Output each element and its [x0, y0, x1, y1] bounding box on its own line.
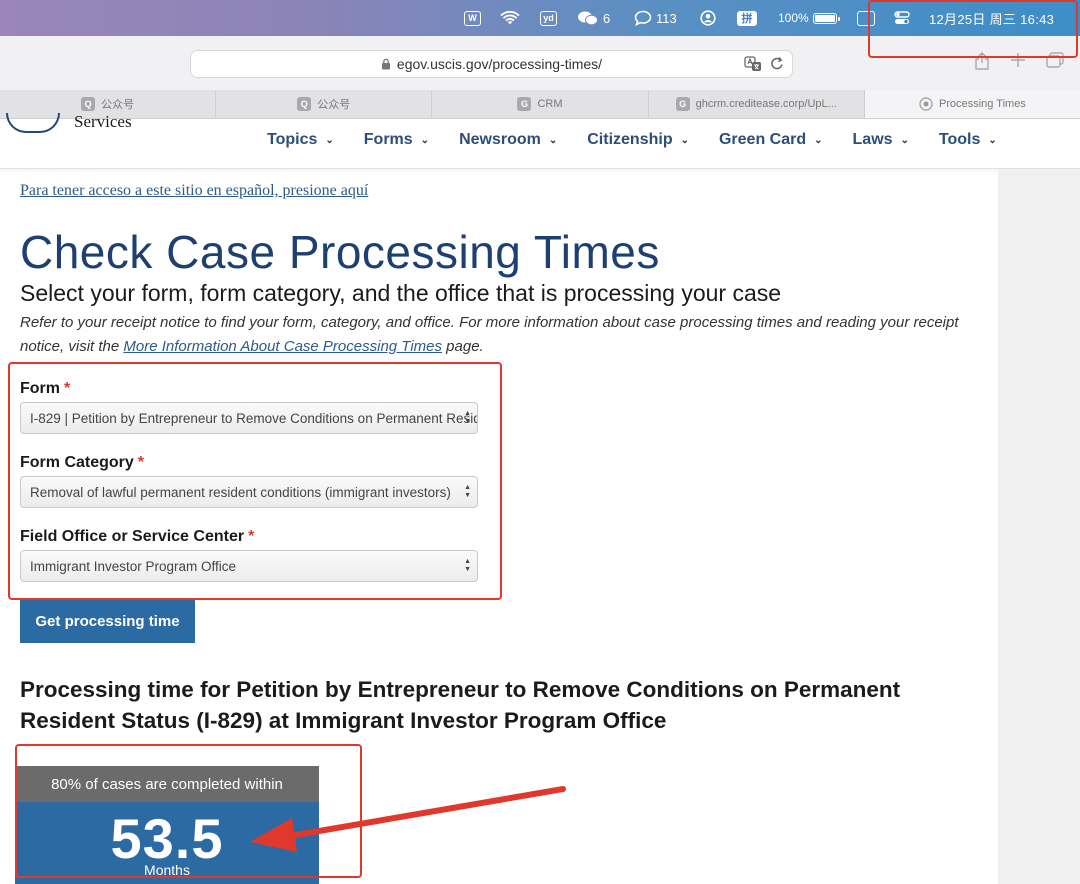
required-mark: *	[137, 454, 145, 471]
intro-text: Refer to your receipt notice to find you…	[20, 314, 959, 355]
page-subtitle: Select your form, form category, and the…	[20, 280, 782, 306]
nav-tools[interactable]: Tools ⌄	[939, 131, 997, 149]
select-arrows-icon: ▲ ▼	[464, 558, 471, 573]
form-category-label: Form Category *	[20, 454, 145, 471]
wps-icon[interactable]: W	[464, 0, 481, 36]
more-info-link[interactable]: More Information About Case Processing T…	[123, 338, 442, 355]
form-category-select[interactable]: Removal of lawful permanent resident con…	[20, 476, 478, 508]
url-text: egov.uscis.gov/processing-times/	[396, 56, 603, 72]
system-menu-bar: W yd 6 113 拼 100% 12月25日 周三 16:43	[0, 0, 1080, 36]
field-office-select[interactable]: Immigrant Investor Program Office ▲ ▼	[20, 550, 478, 582]
spanish-language-link[interactable]: Para tener acceso a este sitio en españo…	[20, 182, 368, 200]
required-mark: *	[64, 380, 71, 397]
chevron-down-icon: ⌄	[680, 134, 689, 146]
wechat-menu[interactable]: 6	[577, 0, 610, 36]
uscis-seal-icon[interactable]	[6, 113, 60, 133]
user-account-icon[interactable]	[700, 0, 716, 36]
chevron-down-icon: ⌄	[420, 134, 430, 146]
qq-favicon-icon: Q	[81, 97, 96, 111]
lock-icon	[381, 58, 390, 70]
result-title: Processing time for Petition by Entrepre…	[20, 677, 901, 733]
required-mark: *	[248, 528, 255, 545]
nav-forms[interactable]: Forms ⌄	[364, 131, 429, 149]
chevron-down-icon: ⌄	[548, 134, 558, 146]
tab-overview-icon[interactable]	[1046, 52, 1064, 75]
g-favicon-icon: G	[675, 97, 690, 111]
form-select[interactable]: I-829 | Petition by Entrepreneur to Remo…	[20, 402, 478, 434]
address-bar[interactable]: egov.uscis.gov/processing-times/	[190, 50, 793, 78]
browser-tab-active[interactable]: Processing Times	[864, 90, 1080, 118]
nav-newsroom[interactable]: Newsroom ⌄	[459, 131, 557, 149]
battery-status[interactable]: 100%	[778, 0, 840, 36]
input-method-icon[interactable]: 拼	[737, 0, 757, 36]
chat-bubble-icon	[634, 10, 652, 26]
uscis-seal-favicon-icon	[919, 97, 933, 111]
browser-tab[interactable]: Q 公众号	[216, 90, 433, 118]
result-card: 53.5 Months	[15, 802, 319, 884]
qq-favicon-icon: Q	[297, 97, 312, 111]
main-content: Para tener acceso a este sitio en españo…	[0, 169, 998, 884]
form-label: Form *	[20, 380, 71, 397]
nav-citizenship[interactable]: Citizenship ⌄	[587, 131, 689, 149]
select-arrows-icon: ▲ ▼	[464, 410, 471, 425]
chevron-down-icon: ⌄	[814, 134, 823, 146]
page-title: Check Case Processing Times	[20, 226, 660, 278]
field-office-label: Field Office or Service Center *	[20, 528, 255, 545]
browser-tab[interactable]: G CRM	[432, 90, 649, 118]
select-arrows-icon: ▲ ▼	[464, 484, 471, 499]
menubar-clock[interactable]: 12月25日 周三 16:43	[929, 0, 1054, 36]
chevron-down-icon: ⌄	[900, 134, 909, 146]
new-tab-icon[interactable]	[1010, 52, 1026, 75]
chevron-down-icon: ⌄	[988, 134, 997, 146]
result-card-header: 80% of cases are completed within	[15, 766, 319, 802]
browser-tab-bar: Q 公众号 Q 公众号 G CRM G ghcrm.creditease.cor…	[0, 90, 1080, 119]
translate-icon[interactable]	[744, 56, 762, 75]
display-icon[interactable]	[857, 0, 875, 36]
messages-menu[interactable]: 113	[634, 0, 677, 36]
site-header: Services Topics ⌄ Forms ⌄ Newsroom ⌄ Citize…	[0, 112, 1080, 169]
youdao-icon[interactable]: yd	[540, 0, 557, 36]
processing-time-unit: Months	[144, 862, 190, 878]
browser-toolbar: egov.uscis.gov/processing-times/	[0, 36, 1080, 90]
messages-count: 113	[656, 10, 677, 26]
wechat-icon	[578, 11, 598, 26]
main-nav: Topics ⌄ Forms ⌄ Newsroom ⌄ Citizenship ⌄ Gr…	[267, 131, 1027, 149]
share-icon[interactable]	[974, 52, 990, 75]
page-side-gutter	[998, 169, 1080, 884]
battery-icon	[812, 12, 840, 24]
reload-icon[interactable]	[770, 56, 784, 75]
browser-tab[interactable]: G ghcrm.creditease.corp/UpL...	[649, 90, 865, 118]
wechat-count: 6	[603, 10, 611, 26]
control-center-icon[interactable]	[894, 0, 910, 36]
wifi-icon[interactable]	[500, 0, 520, 36]
nav-laws[interactable]: Laws ⌄	[853, 131, 909, 149]
nav-topics[interactable]: Topics ⌄	[267, 131, 334, 149]
get-processing-time-button[interactable]: Get processing time	[20, 599, 195, 643]
agency-logo-text[interactable]: Services	[74, 112, 132, 132]
nav-green-card[interactable]: Green Card ⌄	[719, 131, 823, 149]
g-favicon-icon: G	[517, 97, 532, 111]
chevron-down-icon: ⌄	[325, 134, 334, 146]
